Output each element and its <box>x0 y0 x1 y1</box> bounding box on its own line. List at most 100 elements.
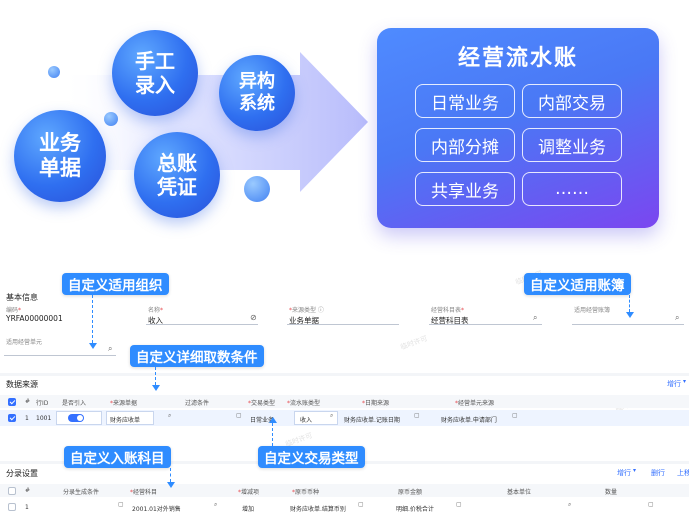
watermark: 临时许可 <box>399 334 429 352</box>
edit-icon[interactable]: ▢ <box>648 502 654 508</box>
callout-pointer <box>170 468 171 482</box>
callout-custom-condition: 自定义详细取数条件 <box>130 345 264 367</box>
decor-dot <box>48 66 60 78</box>
unit-source-value[interactable]: 财务应收单.申请部门 <box>441 415 497 424</box>
col-header: *经营科目 <box>130 489 158 496</box>
source-doc-value[interactable]: 财务应收单 <box>110 415 140 424</box>
col-header: 数量 <box>605 489 618 496</box>
search-icon[interactable]: ⌕ <box>568 502 571 508</box>
section-band <box>0 373 689 376</box>
callout-pointer <box>155 367 156 385</box>
tag-daily-business: 日常业务 <box>415 84 515 118</box>
account-value[interactable]: 2001.01对外销售 <box>132 504 181 513</box>
tag-adjustment-business: 调整业务 <box>522 128 622 162</box>
chevron-down-icon[interactable]: ▾ <box>683 379 686 385</box>
select-all-checkbox[interactable] <box>8 487 16 495</box>
name-label: 名称* <box>148 307 164 314</box>
bubble-line: 异构 <box>239 71 275 93</box>
section-title-data-source: 数据来源 <box>6 380 38 389</box>
callout-custom-org: 自定义适用组织 <box>62 273 169 295</box>
flow-type-value[interactable]: 收入 <box>300 415 312 424</box>
col-header: *流水账类型 <box>287 400 321 407</box>
unit-field-underline <box>4 355 116 356</box>
name-field-underline <box>146 324 258 325</box>
search-icon[interactable]: ⌕ <box>533 314 537 322</box>
edit-icon[interactable]: ▢ <box>414 413 420 419</box>
col-header: *经营单元来源 <box>455 400 495 407</box>
col-header: *来源单据 <box>110 400 138 407</box>
import-toggle[interactable] <box>68 414 84 422</box>
col-header: *原币币种 <box>292 489 320 496</box>
col-header: 分录生成条件 <box>63 489 100 496</box>
source-bubble-manual-entry: 手工 录入 <box>112 30 198 116</box>
source-type-underline <box>287 324 399 325</box>
row-checkbox[interactable] <box>8 503 16 511</box>
tag-shared-business: 共享业务 <box>415 172 515 206</box>
ledger-label: 适用经营账簿 <box>574 307 611 314</box>
search-icon[interactable]: ⌕ <box>168 413 171 419</box>
tag-more: …… <box>522 172 622 206</box>
col-header: 原币金额 <box>398 489 423 496</box>
callout-custom-account: 自定义入账科目 <box>64 446 171 468</box>
edit-icon[interactable]: ▢ <box>236 413 242 419</box>
col-header: 行ID <box>36 400 49 407</box>
move-up-button[interactable]: 上移 <box>677 468 689 478</box>
select-all-checkbox[interactable] <box>8 398 16 406</box>
callout-pointer <box>629 295 630 312</box>
callout-pointer <box>272 423 273 446</box>
bubble-line: 系统 <box>239 93 275 114</box>
table-header-band <box>0 484 689 497</box>
form-screenshot: 临时许可 临时许可 临时许可 临时许可 基本信息 编码* YRFA0000000… <box>0 265 689 528</box>
col-header: *增减项 <box>238 489 260 496</box>
col-header: *交易类型 <box>248 400 276 407</box>
search-icon[interactable]: ⌕ <box>108 345 112 353</box>
search-icon[interactable]: ⌕ <box>330 413 333 419</box>
col-header: *日期来源 <box>362 400 390 407</box>
multilang-icon[interactable]: ⊘ <box>250 314 257 322</box>
add-row-button[interactable]: 增行 <box>617 468 631 478</box>
callout-arrowhead <box>88 343 97 349</box>
callout-pointer <box>92 295 93 343</box>
row-index: 1 <box>25 415 29 422</box>
callout-arrowhead <box>625 312 634 318</box>
row-checkbox[interactable] <box>8 414 16 422</box>
ledger-field-underline <box>572 324 684 325</box>
callout-arrowhead <box>268 417 277 423</box>
edit-icon[interactable]: ▢ <box>512 413 518 419</box>
code-label: 编码* <box>6 307 22 314</box>
bubble-line: 手工 <box>135 49 175 73</box>
bubble-line: 录入 <box>135 73 175 97</box>
direction-value[interactable]: 增加 <box>242 504 254 513</box>
delete-row-button[interactable]: 删行 <box>651 468 665 478</box>
row-index: 1 <box>25 504 29 511</box>
unit-label: 适用经营单元 <box>6 339 43 346</box>
currency-value[interactable]: 财务应收单.结算币别 <box>290 504 346 513</box>
col-header: 是否引入 <box>62 400 87 407</box>
bubble-line: 业务 <box>39 130 81 155</box>
search-icon[interactable]: ⌕ <box>214 502 217 508</box>
source-bubble-business-doc: 业务 单据 <box>14 110 106 202</box>
source-bubble-heterogeneous-system: 异构 系统 <box>219 55 295 131</box>
source-type-label: *来源类型 ⓘ <box>289 307 324 314</box>
code-field[interactable]: YRFA00000001 <box>6 314 63 323</box>
edit-icon[interactable]: ▢ <box>456 502 462 508</box>
chart-label: 经营科目表* <box>431 307 465 314</box>
tag-internal-trade: 内部交易 <box>522 84 622 118</box>
panel-title: 经营流水账 <box>457 46 578 71</box>
date-source-value[interactable]: 财务应收单.记账日期 <box>344 415 400 424</box>
decor-dot <box>244 176 270 202</box>
decor-dot <box>104 112 118 126</box>
col-header: 过滤条件 <box>185 400 210 407</box>
infographic: 业务 单据 手工 录入 异构 系统 总账 凭证 经营流水账 日常业务 内部交易 … <box>0 0 689 265</box>
row-id: 1001 <box>36 415 52 422</box>
bubble-line: 总账 <box>157 151 197 175</box>
edit-icon[interactable]: ▢ <box>358 502 364 508</box>
section-title-entry-settings: 分录设置 <box>6 469 38 478</box>
bubble-line: 凭证 <box>157 175 197 199</box>
add-row-button[interactable]: 增行 <box>667 379 681 389</box>
search-icon[interactable]: ⌕ <box>675 314 679 322</box>
callout-arrowhead <box>166 482 175 488</box>
edit-icon[interactable]: ▢ <box>118 502 124 508</box>
chevron-down-icon[interactable]: ▾ <box>633 468 636 474</box>
amount-value[interactable]: 明细.价税合计 <box>396 504 434 513</box>
